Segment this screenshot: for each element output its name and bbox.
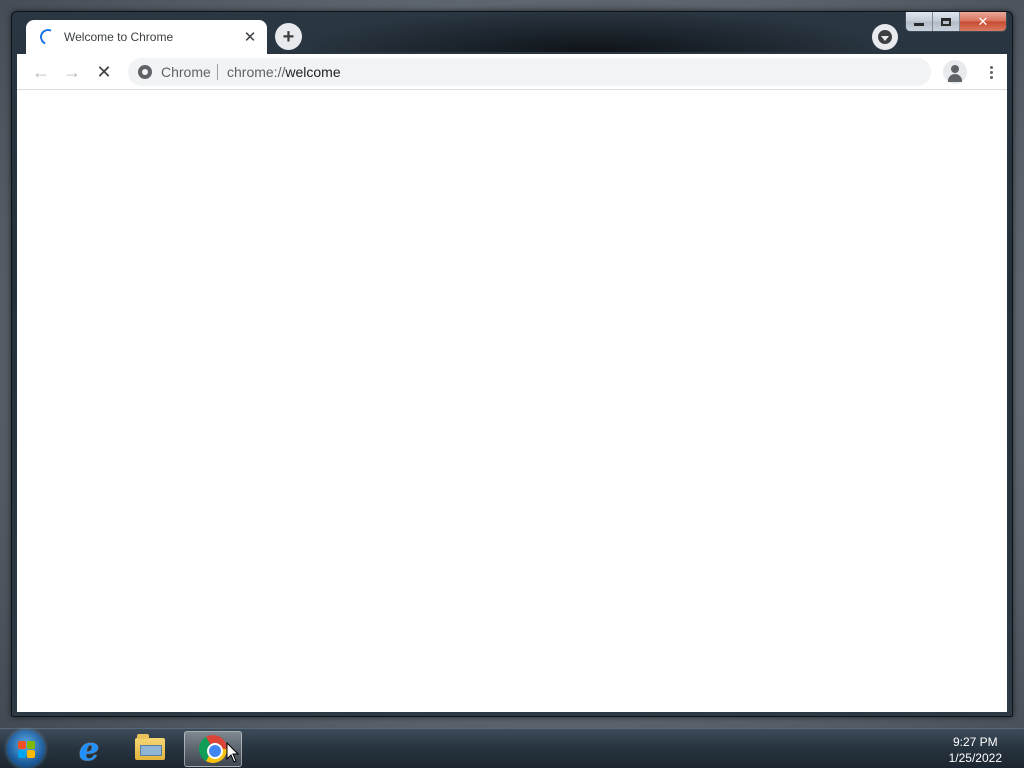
- windows-logo-icon: [18, 741, 26, 749]
- chrome-icon: [199, 735, 227, 763]
- url-text[interactable]: chrome://welcome: [227, 64, 341, 80]
- minimize-button[interactable]: [906, 12, 933, 31]
- url-host: welcome: [285, 64, 341, 80]
- forward-arrow-icon: →: [63, 62, 81, 82]
- browser-toolbar: ← → ✕ Chrome chrome://welcome ☆: [17, 54, 1007, 90]
- back-button[interactable]: ←: [29, 60, 53, 84]
- window-caption-buttons: ✕: [905, 12, 1007, 32]
- stop-loading-button[interactable]: ✕: [92, 60, 116, 84]
- new-tab-button[interactable]: +: [275, 23, 302, 50]
- taskbar-windows-explorer[interactable]: [121, 731, 179, 767]
- frame-shade: [312, 12, 872, 52]
- forward-button[interactable]: →: [60, 60, 84, 84]
- chrome-page-icon: [138, 65, 152, 79]
- taskbar: e 9:27 PM 1/25/2022: [0, 728, 1024, 768]
- taskbar-internet-explorer[interactable]: e: [60, 731, 118, 767]
- tab-welcome[interactable]: Welcome to Chrome ✕: [26, 20, 267, 54]
- kebab-menu-icon: [989, 65, 993, 69]
- address-bar[interactable]: Chrome chrome://welcome ☆: [128, 58, 931, 86]
- tab-close-button[interactable]: ✕: [241, 28, 259, 46]
- back-arrow-icon: ←: [32, 62, 50, 82]
- plus-icon: +: [282, 25, 295, 48]
- minimize-icon: [914, 23, 924, 26]
- chrome-menu-button[interactable]: [979, 60, 1003, 84]
- chevron-down-icon: [878, 30, 892, 44]
- close-icon: ✕: [977, 13, 989, 29]
- close-window-button[interactable]: ✕: [960, 12, 1006, 31]
- internet-explorer-icon: e: [78, 730, 100, 768]
- tab-search-button[interactable]: [872, 24, 898, 50]
- person-icon: [951, 65, 959, 73]
- chrome-window: Welcome to Chrome ✕ + ✕ ← → ✕ Chrome chr…: [11, 11, 1013, 717]
- profile-button[interactable]: [943, 60, 967, 84]
- start-button[interactable]: [7, 730, 45, 768]
- page-chip-label: Chrome: [161, 64, 211, 80]
- omnibox-separator: [217, 64, 218, 80]
- page-content[interactable]: [17, 90, 1007, 712]
- close-icon: ✕: [243, 28, 257, 46]
- folder-icon: [135, 734, 165, 760]
- loading-spinner-icon: [37, 26, 59, 48]
- mouse-cursor-icon: [226, 742, 240, 763]
- tab-title: Welcome to Chrome: [64, 30, 174, 44]
- clock-date: 1/25/2022: [948, 751, 1002, 765]
- stop-icon: ✕: [96, 62, 112, 82]
- clock-time: 9:27 PM: [952, 735, 998, 749]
- maximize-icon: [941, 17, 951, 26]
- url-scheme: chrome://: [227, 64, 286, 80]
- maximize-button[interactable]: [933, 12, 960, 31]
- system-clock[interactable]: 9:27 PM 1/25/2022: [949, 734, 1002, 766]
